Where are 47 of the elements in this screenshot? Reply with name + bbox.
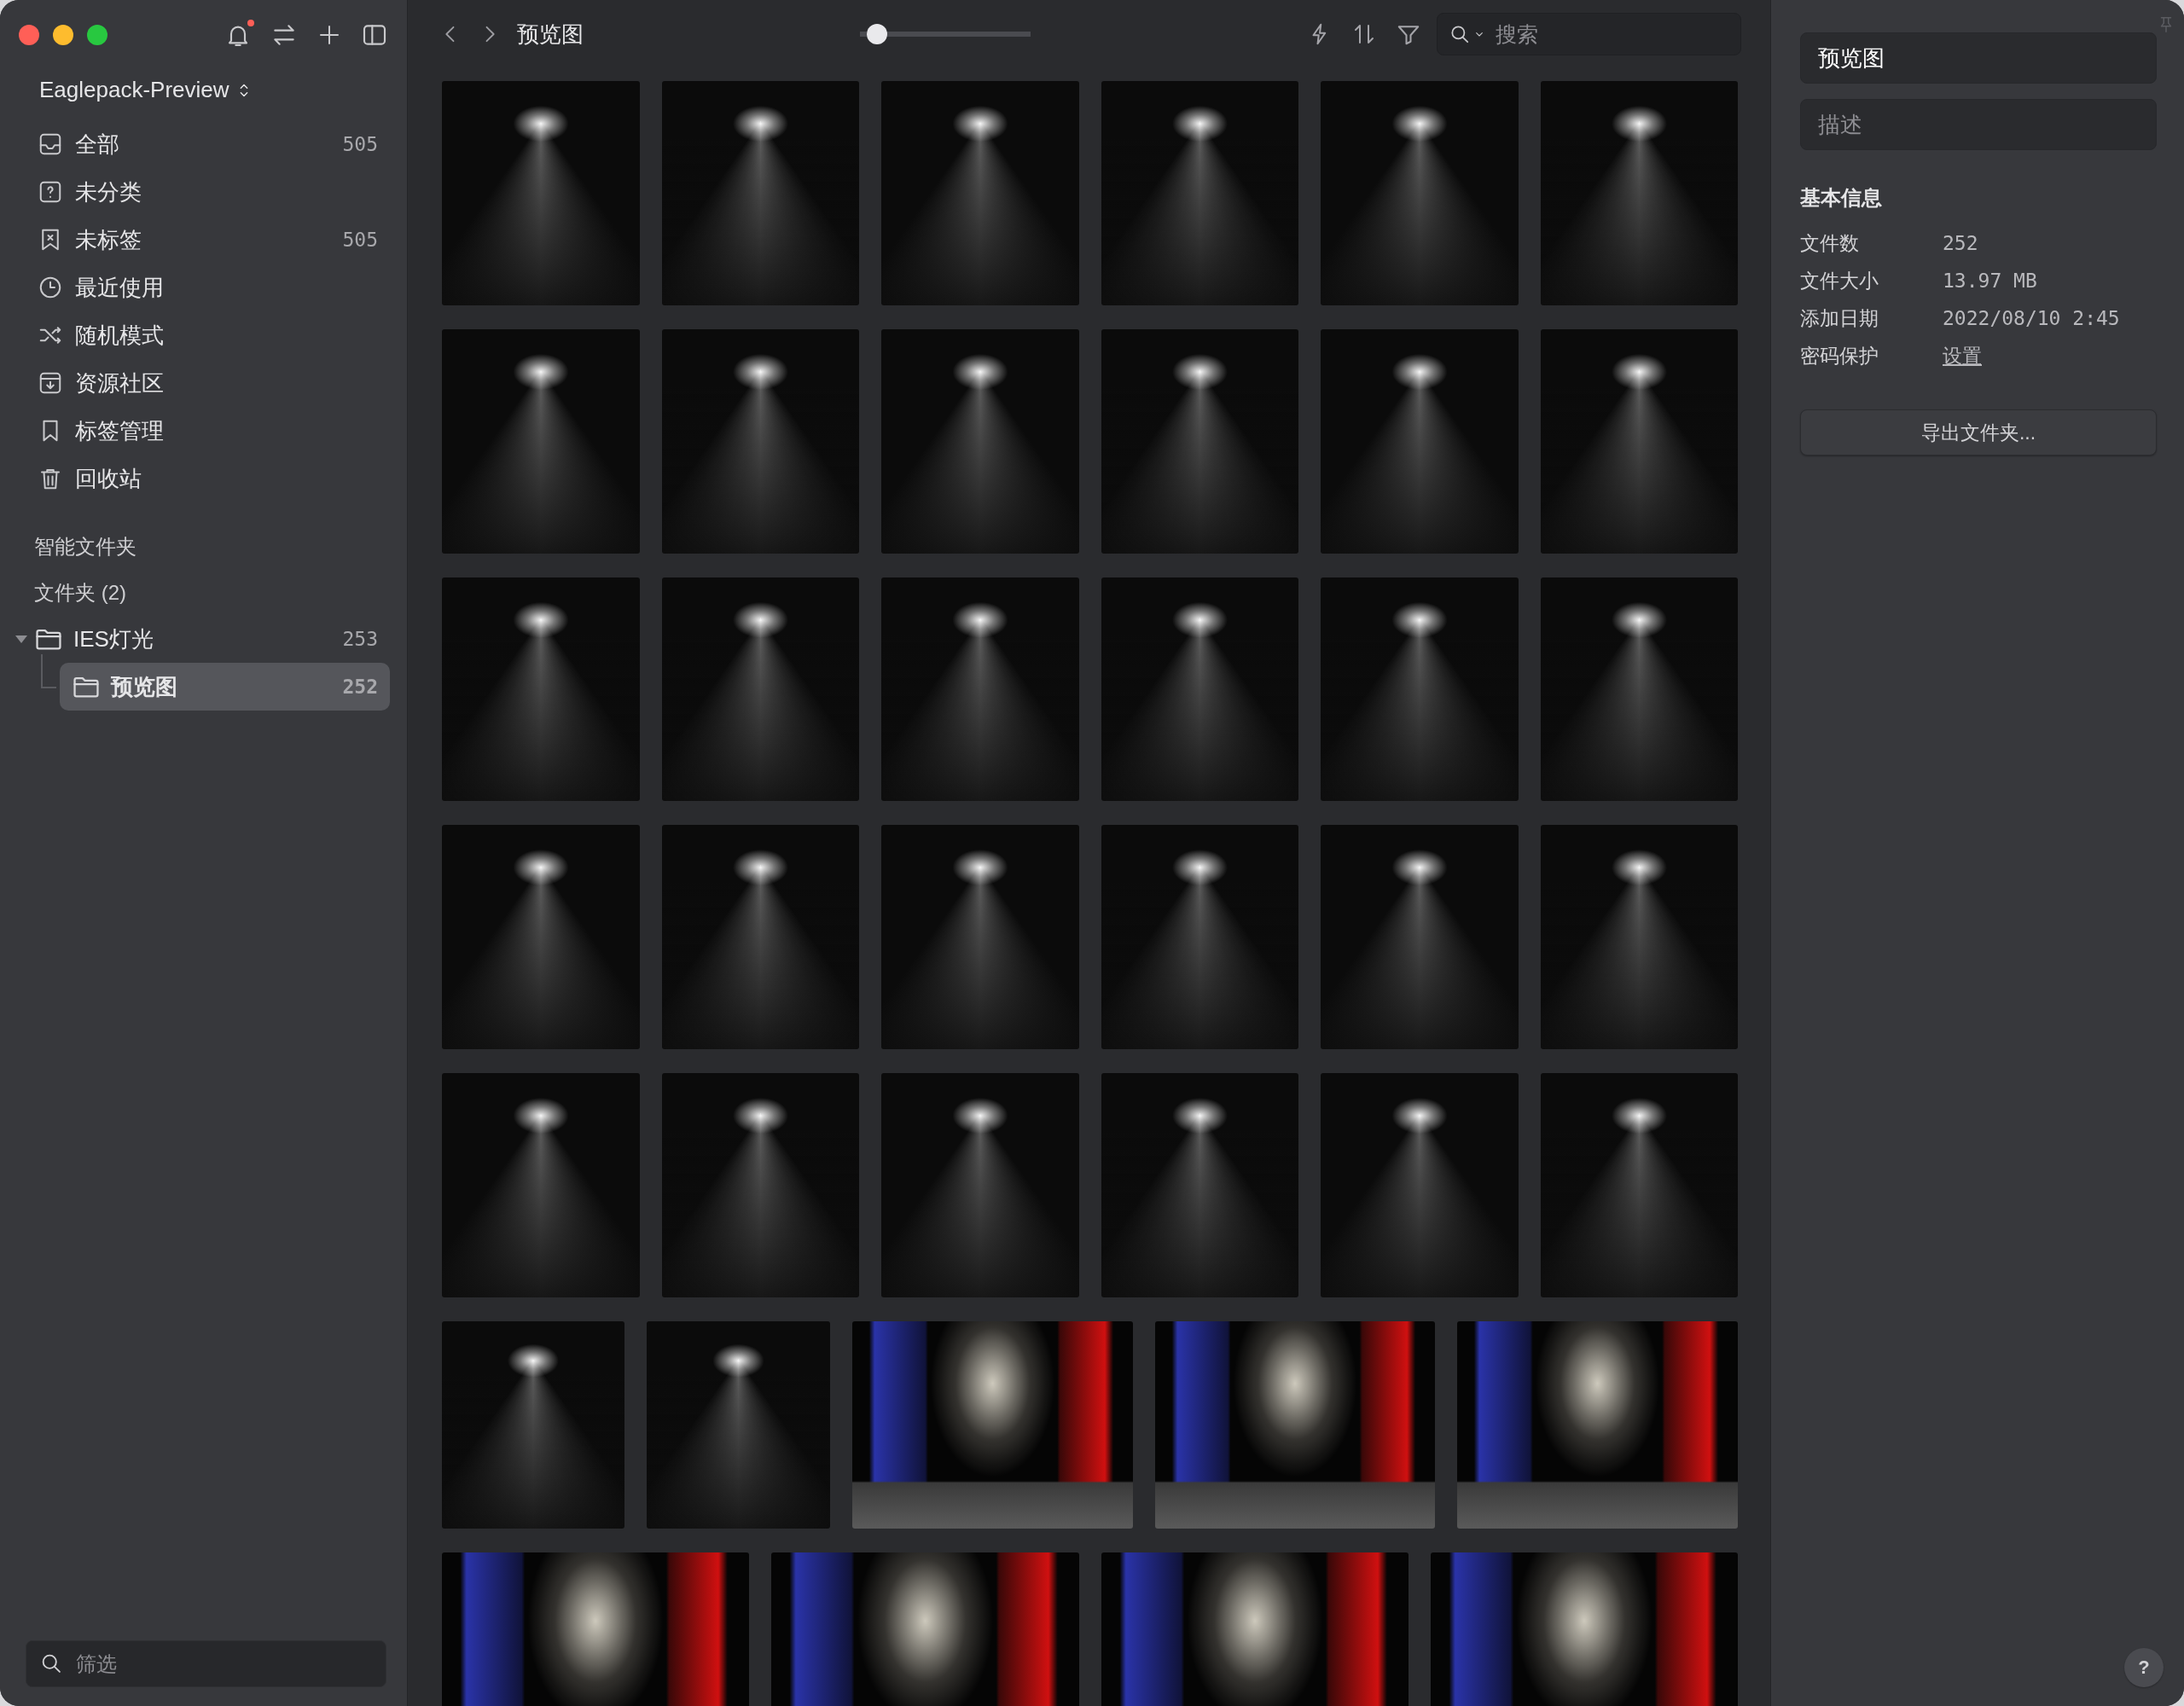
info-value: 2022/08/10 2:45 — [1943, 306, 2120, 331]
question-mark-icon — [38, 179, 63, 205]
zoom-button[interactable] — [87, 25, 107, 45]
disclosure-triangle-icon[interactable] — [15, 635, 27, 643]
tree-connector-line — [41, 654, 56, 688]
sidebar-item[interactable]: 全部 505 — [20, 120, 390, 168]
item-count: 505 — [342, 133, 378, 155]
section-label[interactable]: 智能文件夹 — [34, 533, 136, 560]
info-label: 添加日期 — [1800, 306, 1879, 331]
help-button[interactable]: ? — [2124, 1648, 2164, 1687]
sidebar-item[interactable]: 随机模式 — [20, 311, 390, 359]
folder-title: 预览图 — [517, 20, 584, 49]
description-field[interactable]: 描述 — [1800, 99, 2157, 150]
sidebar-item[interactable]: 回收站 — [20, 455, 390, 502]
info-value: 13.97 MB — [1943, 269, 2038, 293]
photo-placeholder[interactable] — [1154, 1320, 1436, 1529]
info-label: 文件大小 — [1800, 269, 1879, 293]
minimize-button[interactable] — [53, 25, 73, 45]
photo-placeholder[interactable] — [851, 1320, 1133, 1529]
sidebar-item[interactable]: 标签管理 — [20, 407, 390, 455]
info-label: 文件数 — [1800, 231, 1860, 256]
folder-item[interactable]: 预览图 252 — [60, 663, 390, 711]
sidebar-item[interactable]: 最近使用 — [20, 264, 390, 311]
set-password-link[interactable]: 设置 — [1943, 343, 1982, 368]
library-switcher[interactable]: Eaglepack-Preview — [39, 77, 253, 103]
folder-item[interactable]: IES灯光 253 — [10, 615, 390, 663]
download-box-icon — [38, 370, 63, 396]
sidebar-item[interactable]: 未标签 505 — [20, 216, 390, 264]
close-button[interactable] — [19, 25, 39, 45]
search-icon — [1449, 23, 1471, 45]
slider-thumb[interactable] — [867, 24, 887, 44]
item-count: 505 — [342, 229, 378, 251]
sidebar-item[interactable]: 未分类 — [20, 168, 390, 216]
name-field[interactable]: 预览图 — [1800, 32, 2157, 84]
clock-icon — [38, 275, 63, 300]
photo-placeholder[interactable] — [1457, 1320, 1738, 1529]
item-count: 253 — [342, 628, 378, 650]
tray-icon — [38, 131, 63, 157]
info-label: 密码保护 — [1800, 344, 1879, 368]
filter-field[interactable]: 筛选 — [26, 1640, 386, 1687]
sidebar-item[interactable]: 资源社区 — [20, 359, 390, 407]
export-folder-button[interactable]: 导出文件夹... — [1800, 409, 2157, 456]
search-field[interactable]: 搜索 — [1437, 13, 1741, 55]
section-label[interactable]: 文件夹 (2) — [34, 579, 126, 606]
item-count: 252 — [342, 676, 378, 698]
section-heading: 基本信息 — [1800, 185, 1882, 211]
info-value: 252 — [1943, 231, 1979, 256]
